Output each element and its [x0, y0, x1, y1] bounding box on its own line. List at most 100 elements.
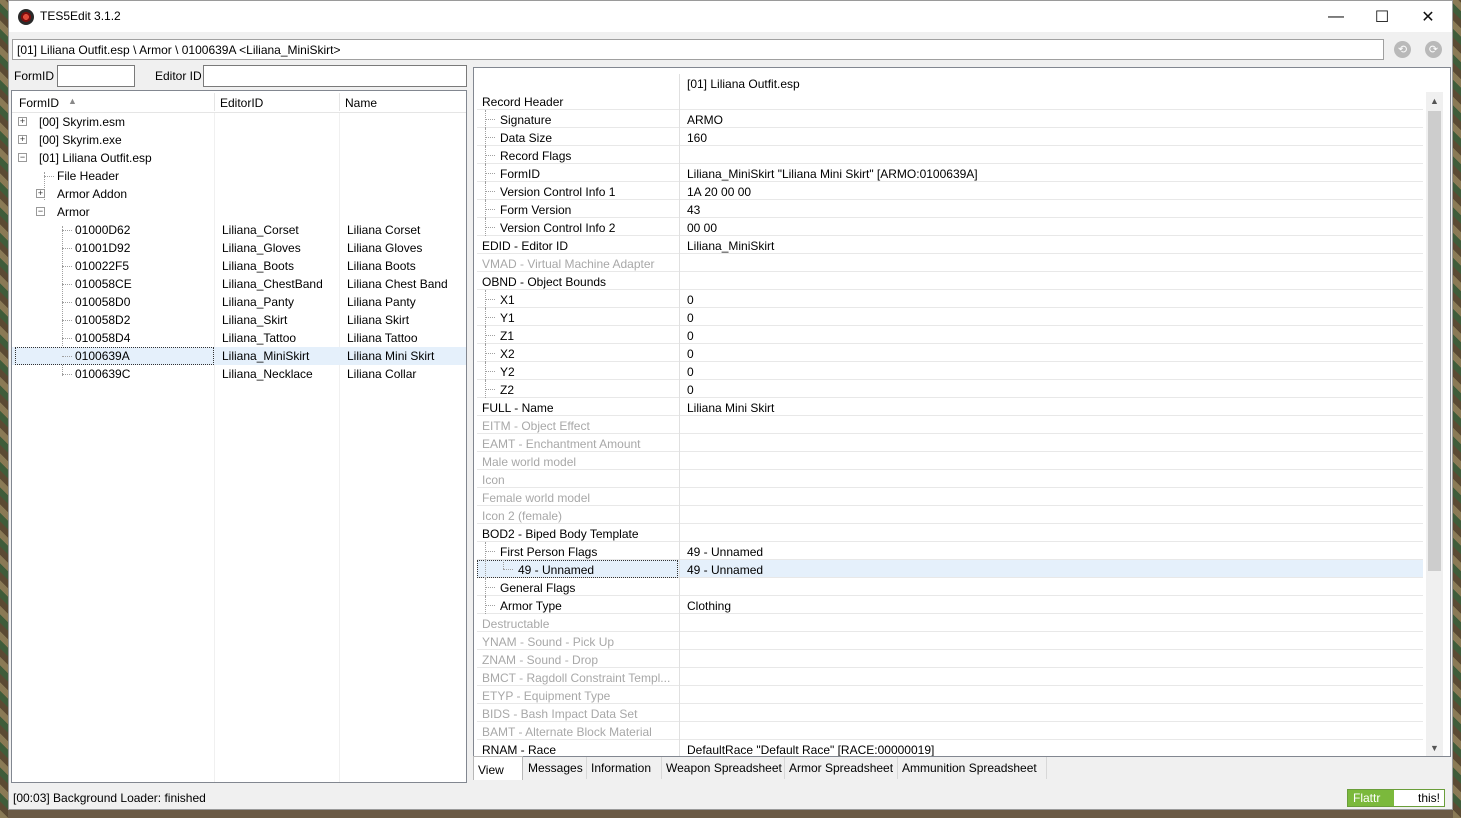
tree-node-liliana-outfit[interactable]: − [01] Liliana Outfit.esp: [12, 149, 466, 167]
expand-icon[interactable]: +: [18, 117, 27, 126]
record-tree[interactable]: FormID ▲ EditorID Name + [00] Skyrim.esm…: [11, 90, 467, 783]
tab-view[interactable]: View: [473, 756, 523, 780]
expand-icon[interactable]: +: [36, 189, 45, 198]
view-row[interactable]: FormID Liliana_MiniSkirt "Liliana Mini Sk…: [477, 164, 1423, 182]
record-view[interactable]: [01] Liliana Outfit.esp Record Header Sig…: [473, 67, 1451, 757]
table-row-selected[interactable]: 0100639A Liliana_MiniSkirt Liliana Mini …: [12, 347, 466, 365]
formid-filter-label: FormID: [14, 69, 54, 83]
view-row[interactable]: BIDS - Bash Impact Data Set: [477, 704, 1423, 722]
view-row[interactable]: BAMT - Alternate Block Material: [477, 722, 1423, 740]
view-row[interactable]: RNAM - Race DefaultRace "Default Race" [R…: [477, 740, 1423, 756]
back-icon[interactable]: ⟲: [1394, 41, 1411, 58]
view-row-label: FULL - Name: [482, 401, 554, 415]
table-row[interactable]: 0100639C Liliana_Necklace Liliana Collar: [12, 365, 466, 383]
view-row-label: First Person Flags: [500, 545, 598, 559]
scroll-down-icon[interactable]: ▼: [1426, 739, 1443, 756]
record-path: [01] Liliana Outfit.esp \ Armor \ 010063…: [12, 39, 1384, 60]
view-row[interactable]: X2 0: [477, 344, 1423, 362]
view-row[interactable]: Male world model: [477, 452, 1423, 470]
view-row[interactable]: Version Control Info 1 1A 20 00 00: [477, 182, 1423, 200]
minimize-button[interactable]: —: [1313, 1, 1359, 32]
expand-icon[interactable]: +: [18, 135, 27, 144]
view-row[interactable]: Z1 0: [477, 326, 1423, 344]
collapse-icon[interactable]: −: [18, 153, 27, 162]
view-scrollbar[interactable]: ▲ ▼: [1426, 92, 1443, 756]
view-row[interactable]: FULL - Name Liliana Mini Skirt: [477, 398, 1423, 416]
view-row[interactable]: Version Control Info 2 00 00: [477, 218, 1423, 236]
view-row-label: VMAD - Virtual Machine Adapter: [482, 257, 655, 271]
view-row[interactable]: BOD2 - Biped Body Template: [477, 524, 1423, 542]
view-row[interactable]: Armor Type Clothing: [477, 596, 1423, 614]
tree-node-file-header[interactable]: File Header: [12, 167, 466, 185]
view-row[interactable]: Y2 0: [477, 362, 1423, 380]
tab-messages[interactable]: Messages: [524, 757, 587, 779]
tree-node-armor-addon[interactable]: + Armor Addon: [12, 185, 466, 203]
view-row-value: 0: [687, 311, 694, 325]
view-row[interactable]: Destructable: [477, 614, 1423, 632]
view-row-label: ZNAM - Sound - Drop: [482, 653, 599, 667]
tree-node-armor[interactable]: − Armor: [12, 203, 466, 221]
tab-ammunition-spreadsheet[interactable]: Ammunition Spreadsheet: [898, 757, 1047, 779]
view-row-label: Signature: [500, 113, 552, 127]
table-row[interactable]: 010058D4 Liliana_Tattoo Liliana Tattoo: [12, 329, 466, 347]
editorid-column-header[interactable]: EditorID: [220, 96, 263, 110]
tree-node-skyrim-exe[interactable]: + [00] Skyrim.exe: [12, 131, 466, 149]
formid-filter-input[interactable]: [57, 65, 135, 87]
view-row[interactable]: YNAM - Sound - Pick Up: [477, 632, 1423, 650]
view-row-label: Version Control Info 1: [500, 185, 616, 199]
view-row-label: BMCT - Ragdoll Constraint Templ...: [482, 671, 671, 685]
view-row-label: Record Flags: [500, 149, 572, 163]
tab-information[interactable]: Information: [587, 757, 662, 779]
view-row[interactable]: Record Flags: [477, 146, 1423, 164]
forward-icon[interactable]: ⟳: [1425, 41, 1442, 58]
view-row[interactable]: EAMT - Enchantment Amount: [477, 434, 1423, 452]
table-row[interactable]: 01000D62 Liliana_Corset Liliana Corset: [12, 221, 466, 239]
view-row[interactable]: Icon: [477, 470, 1423, 488]
view-row[interactable]: Female world model: [477, 488, 1423, 506]
flattr-button[interactable]: Flattr this!: [1347, 789, 1445, 807]
view-row-value: Liliana Mini Skirt: [687, 401, 775, 415]
view-row[interactable]: BMCT - Ragdoll Constraint Templ...: [477, 668, 1423, 686]
view-row-value: 00 00: [687, 221, 718, 235]
view-row[interactable]: Data Size 160: [477, 128, 1423, 146]
view-row-label: EITM - Object Effect: [482, 419, 590, 433]
view-row[interactable]: EDID - Editor ID Liliana_MiniSkirt: [477, 236, 1423, 254]
editorid-filter-input[interactable]: [203, 65, 467, 87]
view-row-selected[interactable]: 49 - Unnamed 49 - Unnamed: [477, 560, 1423, 578]
view-row[interactable]: EITM - Object Effect: [477, 416, 1423, 434]
table-row[interactable]: 01001D92 Liliana_Gloves Liliana Gloves: [12, 239, 466, 257]
view-row[interactable]: ETYP - Equipment Type: [477, 686, 1423, 704]
view-row[interactable]: Icon 2 (female): [477, 506, 1423, 524]
view-row[interactable]: OBND - Object Bounds: [477, 272, 1423, 290]
collapse-icon[interactable]: −: [36, 207, 45, 216]
view-row[interactable]: Form Version 43: [477, 200, 1423, 218]
view-row[interactable]: ZNAM - Sound - Drop: [477, 650, 1423, 668]
view-row[interactable]: Z2 0: [477, 380, 1423, 398]
tab-armor-spreadsheet[interactable]: Armor Spreadsheet: [785, 757, 898, 779]
tab-weapon-spreadsheet[interactable]: Weapon Spreadsheet: [662, 757, 785, 779]
view-row[interactable]: Signature ARMO: [477, 110, 1423, 128]
view-row[interactable]: VMAD - Virtual Machine Adapter: [477, 254, 1423, 272]
tree-node-skyrim-esm[interactable]: + [00] Skyrim.esm: [12, 113, 466, 131]
maximize-button[interactable]: ☐: [1359, 1, 1405, 32]
table-row[interactable]: 010058D0 Liliana_Panty Liliana Panty: [12, 293, 466, 311]
view-row-label: OBND - Object Bounds: [482, 275, 607, 289]
view-row[interactable]: General Flags: [477, 578, 1423, 596]
view-row[interactable]: First Person Flags 49 - Unnamed: [477, 542, 1423, 560]
close-button[interactable]: ✕: [1405, 1, 1451, 32]
window-title: TES5Edit 3.1.2: [40, 9, 121, 23]
table-row[interactable]: 010058D2 Liliana_Skirt Liliana Skirt: [12, 311, 466, 329]
view-row[interactable]: X1 0: [477, 290, 1423, 308]
view-row-value: 49 - Unnamed: [687, 563, 764, 577]
formid-column-header[interactable]: FormID: [19, 96, 59, 110]
table-row[interactable]: 010022F5 Liliana_Boots Liliana Boots: [12, 257, 466, 275]
view-row[interactable]: Y1 0: [477, 308, 1423, 326]
table-row[interactable]: 010058CE Liliana_ChestBand Liliana Chest…: [12, 275, 466, 293]
view-row-label: EAMT - Enchantment Amount: [482, 437, 641, 451]
name-column-header[interactable]: Name: [345, 96, 377, 110]
scrollbar-thumb[interactable]: [1428, 111, 1441, 571]
scroll-up-icon[interactable]: ▲: [1426, 92, 1443, 109]
view-row-value: 49 - Unnamed: [687, 545, 764, 559]
view-row[interactable]: Record Header: [477, 92, 1423, 110]
view-header-row: [01] Liliana Outfit.esp: [477, 74, 1423, 92]
